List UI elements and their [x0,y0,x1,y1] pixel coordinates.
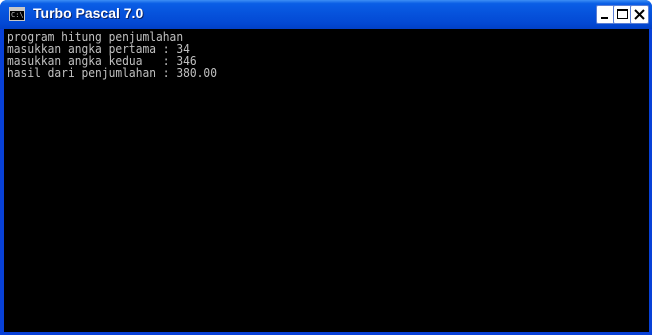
maximize-icon [617,9,628,19]
close-icon [634,9,645,20]
console-output[interactable]: program hitung penjumlahan masukkan angk… [4,29,649,332]
minimize-icon [601,17,608,19]
window-title: Turbo Pascal 7.0 [33,5,144,21]
title-bar[interactable]: C:\. Turbo Pascal 7.0 [0,0,652,29]
console-app-icon[interactable]: C:\. [9,7,25,21]
console-line: hasil dari penjumlahan : 380.00 [7,65,217,80]
console-window: C:\. Turbo Pascal 7.0 program hitung pen… [0,0,652,335]
close-button[interactable] [630,5,649,24]
app-icon-label: C:\. [11,11,24,19]
